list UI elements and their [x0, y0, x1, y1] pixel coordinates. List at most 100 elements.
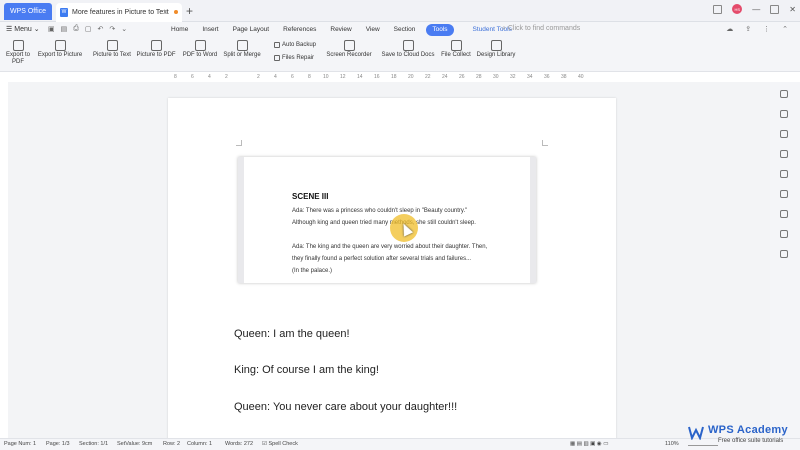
split-or-merge-label: Split or Merge	[223, 52, 261, 58]
print-icon[interactable]: ⎙	[73, 25, 79, 33]
ruler-number: 26	[459, 74, 465, 80]
window-controls: HS — ✕	[713, 4, 796, 14]
redo-icon[interactable]: ↷	[109, 25, 115, 33]
tab-section[interactable]: Section	[387, 24, 423, 36]
ruler-number: 24	[442, 74, 448, 80]
menu-right-icons: ☁ ⇪ ⋮ ⌃	[726, 25, 788, 33]
spell-check-toggle[interactable]: ☑ Spell Check	[262, 441, 298, 447]
zoom-level[interactable]: 110%	[665, 441, 679, 447]
more-dots-icon[interactable]: ⋮	[763, 25, 770, 33]
document-text-line: Queen: I am the queen!	[234, 328, 350, 340]
spell-check-label: Spell Check	[268, 441, 298, 447]
picture-to-text-button[interactable]: Picture to Text	[90, 40, 134, 59]
main-menu-button[interactable]: ☰ Menu ⌄	[6, 25, 40, 34]
more-icon[interactable]: ⌄	[121, 25, 127, 33]
tab-page-layout[interactable]: Page Layout	[226, 24, 277, 36]
search-placeholder: Click to find commands	[507, 25, 581, 32]
print-preview-icon[interactable]: ▢	[85, 25, 92, 33]
export-to-picture-button[interactable]: Export to Picture	[36, 40, 84, 59]
share-icon[interactable]: ⇪	[745, 25, 751, 33]
image-icon[interactable]	[780, 230, 788, 238]
page-status[interactable]: Page: 1/3	[46, 441, 70, 447]
word-count-status[interactable]: Words: 272	[225, 441, 253, 447]
cloud-save-icon	[402, 40, 414, 51]
tab-insert[interactable]: Insert	[195, 24, 225, 36]
ruler-number: 40	[578, 74, 584, 80]
screen-recorder-button[interactable]: Screen Recorder	[326, 40, 372, 59]
ruler-number: 2	[225, 74, 228, 80]
document-tab[interactable]: W More features in Picture to Text ×	[56, 3, 182, 22]
folder-icon[interactable]: ▤	[61, 25, 68, 33]
setvalue-status[interactable]: SetValue: 9cm	[117, 441, 152, 447]
chevron-down-icon: ⌄	[33, 26, 40, 33]
margin-corner-mark	[542, 140, 548, 146]
files-repair-button[interactable]: Files Repair	[274, 55, 314, 61]
file-icon[interactable]	[780, 150, 788, 158]
code-icon[interactable]	[780, 170, 788, 178]
hamburger-icon: ☰	[6, 26, 13, 33]
new-tab-plus-icon[interactable]: +	[186, 4, 193, 18]
file-collect-button[interactable]: File Collect	[438, 40, 474, 59]
save-to-cloud-docs-button[interactable]: Save to Cloud Docs	[380, 40, 436, 59]
tab-review[interactable]: Review	[323, 24, 358, 36]
design-library-button[interactable]: Design Library	[475, 40, 517, 59]
row-status[interactable]: Row: 2	[163, 441, 180, 447]
menu-label: Menu	[14, 25, 32, 33]
spell-check-icon: ☑	[262, 441, 267, 447]
tab-tools[interactable]: Tools	[426, 24, 454, 36]
wps-office-home-tab[interactable]: WPS Office	[4, 3, 52, 20]
tab-home[interactable]: Home	[164, 24, 195, 36]
avatar[interactable]: HS	[732, 4, 743, 14]
pdf-to-word-icon	[194, 40, 206, 51]
ruler-number: 12	[340, 74, 346, 80]
lock-icon[interactable]	[780, 130, 788, 138]
save-icon[interactable]: ▣	[48, 25, 55, 33]
document-tab-label: More features in Picture to Text	[72, 9, 169, 16]
search-icon: ⌕	[502, 25, 506, 32]
ruler-number: 38	[561, 74, 567, 80]
column-status[interactable]: Column: 1	[187, 441, 212, 447]
tab-view[interactable]: View	[359, 24, 387, 36]
close-tab-icon[interactable]: ×	[163, 7, 168, 16]
close-window-icon[interactable]: ✕	[789, 5, 796, 14]
select-cursor-icon[interactable]	[780, 110, 788, 118]
document-page[interactable]: SCENE III Ada: There was a princess who …	[168, 98, 616, 438]
wps-logo-icon	[688, 426, 704, 440]
minimize-icon[interactable]: —	[752, 5, 760, 14]
layout-icon[interactable]	[713, 4, 723, 14]
vertical-ruler[interactable]	[0, 82, 8, 438]
ruler-number: 16	[374, 74, 380, 80]
maximize-icon[interactable]	[770, 4, 780, 14]
tools-ribbon: Export to PDF Export to Picture Picture …	[0, 38, 800, 72]
tab-references[interactable]: References	[276, 24, 323, 36]
embedded-picture[interactable]: SCENE III Ada: There was a princess who …	[238, 157, 536, 283]
adjust-icon[interactable]	[780, 190, 788, 198]
split-or-merge-button[interactable]: Split or Merge	[222, 40, 262, 59]
help-icon[interactable]	[780, 250, 788, 258]
picture-to-pdf-button[interactable]: Picture to PDF	[136, 40, 176, 59]
watermark-subtitle: Free office suite tutorials	[718, 438, 784, 444]
backup-icon	[274, 42, 280, 48]
page-num-status[interactable]: Page Num: 1	[4, 441, 36, 447]
table-icon[interactable]	[780, 210, 788, 218]
ruler-number: 4	[274, 74, 277, 80]
collapse-ribbon-icon[interactable]: ⌃	[782, 25, 788, 33]
document-canvas: SCENE III Ada: There was a princess who …	[8, 82, 770, 438]
scene-title: SCENE III	[292, 192, 329, 201]
export-to-pdf-button[interactable]: Export to PDF	[4, 40, 32, 66]
command-search[interactable]: ⌕ Click to find commands	[502, 25, 580, 33]
auto-backup-button[interactable]: Auto Backup	[274, 42, 316, 48]
ruler-number: 8	[174, 74, 177, 80]
right-sidebar	[770, 82, 800, 438]
section-status[interactable]: Section: 1/1	[79, 441, 108, 447]
pdf-to-word-button[interactable]: PDF to Word	[180, 40, 220, 59]
view-mode-icons[interactable]: ▦ ▤ ▥ ▣ ◉ ▭	[570, 441, 608, 447]
horizontal-ruler[interactable]: 8 6 4 2 2 4 6 8 10 12 14 16 18 20 22 24 …	[160, 73, 600, 81]
repair-icon	[274, 55, 280, 61]
undo-icon[interactable]: ↶	[97, 25, 103, 33]
picture-to-text-icon	[106, 40, 118, 51]
scene-text-line: (In the palace.)	[292, 268, 333, 274]
cloud-icon[interactable]: ☁	[726, 25, 733, 33]
ruler-number: 30	[493, 74, 499, 80]
styles-icon[interactable]	[780, 90, 788, 98]
